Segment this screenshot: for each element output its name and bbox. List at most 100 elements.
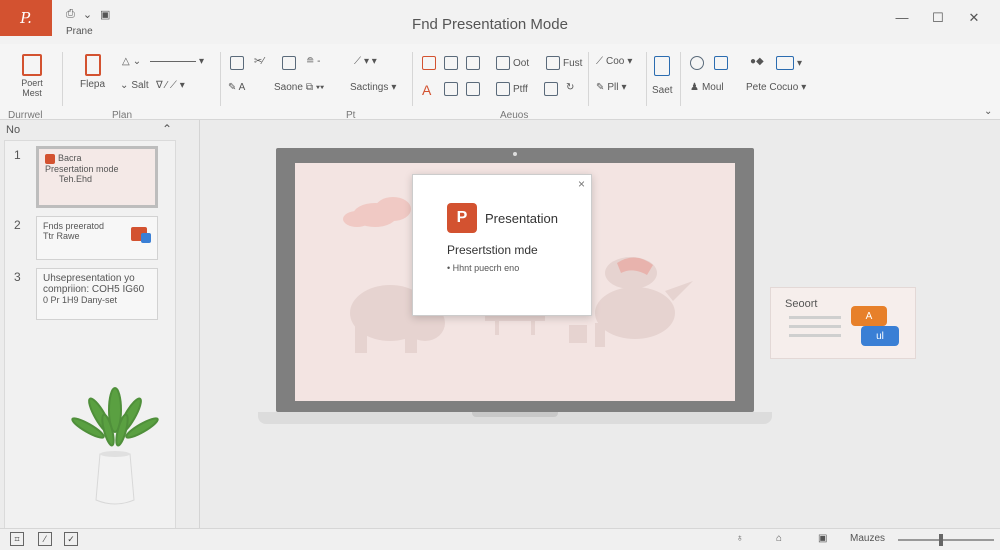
page-icon: [444, 82, 458, 96]
list-button[interactable]: [466, 56, 480, 70]
ptff-button[interactable]: Ptff: [496, 82, 528, 96]
thumb-text: Bacra: [58, 153, 82, 163]
fust-label: Fust: [563, 57, 583, 69]
copy-button[interactable]: [444, 56, 458, 70]
chevron-down-icon: ▾: [627, 56, 633, 67]
ribbon-separator: [646, 52, 647, 106]
table-button[interactable]: [282, 56, 296, 70]
pencil-icon: ✎ A: [228, 82, 246, 93]
oot-button[interactable]: Oot: [496, 56, 529, 70]
chevron-up-icon[interactable]: ⌃: [162, 122, 172, 136]
saet-label: Saet: [652, 85, 673, 96]
pete-cocuo-dropdown[interactable]: Pete Cocuo ▾: [746, 82, 806, 93]
notes-icon: [466, 82, 480, 96]
zoom-slider[interactable]: [898, 539, 994, 541]
close-icon[interactable]: ×: [578, 177, 585, 191]
transition-button[interactable]: [544, 82, 558, 96]
chevron-down-icon: ⌄: [120, 80, 129, 91]
chevron-down-icon: ▾: [621, 82, 627, 93]
timer-button[interactable]: [690, 56, 704, 70]
draw-button[interactable]: ✎ A: [228, 82, 245, 93]
text-a-icon: A: [422, 82, 432, 98]
zoom-slider-thumb[interactable]: [939, 534, 943, 546]
check-icon[interactable]: ✓: [64, 532, 78, 546]
powerpoint-logo: P: [447, 203, 477, 233]
laptop-notch: [472, 412, 558, 417]
maximize-button[interactable]: ☐: [920, 10, 956, 26]
notes-button[interactable]: [466, 82, 480, 96]
pll-dropdown[interactable]: ✎ Pll ▾: [596, 82, 627, 93]
color-group: ⟋ Coo ▾ ✎ Pll ▾: [594, 48, 646, 116]
settings-dropdown[interactable]: Sactings ▾: [350, 82, 396, 93]
close-button[interactable]: ✕: [956, 10, 992, 26]
image-icon: [546, 56, 560, 70]
pete-cocuo-label: Pete Cocuo: [746, 82, 799, 93]
ribbon-separator: [588, 52, 589, 106]
fust-button[interactable]: Fust: [546, 56, 582, 70]
pane-title: No: [6, 124, 21, 136]
minimize-button[interactable]: —: [884, 10, 920, 26]
slide-thumbnail-2[interactable]: Fnds preeratod Ttr Rawe: [36, 216, 158, 260]
slide-thumbnail-1[interactable]: Bacra Presertation mode Teh.Ehd: [36, 146, 158, 208]
shapes-button[interactable]: ●◆: [750, 56, 764, 67]
slide-number: 3: [14, 270, 21, 284]
plan-group: Flepa △ ⌄ ▾ ⌄ Salt ∇ ⁄ ⟋ ▾ Plan: [70, 48, 220, 121]
salt-label: Salt: [131, 80, 149, 91]
flepa-button[interactable]: Flepa: [80, 54, 105, 90]
text-button[interactable]: A: [422, 82, 431, 98]
refresh-button[interactable]: ↻: [566, 82, 574, 93]
picture-icon: [776, 56, 794, 70]
moul-button[interactable]: ♟ Moul: [690, 82, 724, 93]
rectangle-icon: [422, 56, 436, 70]
saone-button[interactable]: Saone ⧉ ▾▾: [274, 82, 324, 93]
coo-dropdown[interactable]: ⟋ Coo ▾: [596, 56, 632, 67]
picture-dropdown[interactable]: ▾: [776, 56, 802, 70]
moul-label: Moul: [701, 82, 724, 93]
shape-tool[interactable]: △ ⌄: [122, 56, 141, 67]
scissors-icon: ✂⁄: [254, 56, 265, 67]
edit-icon[interactable]: ⁄: [38, 532, 52, 546]
text-lines: [789, 316, 841, 343]
slide-canvas[interactable]: × P Presentation Presertstion mde • Hhnt…: [200, 120, 1000, 528]
dialog-text: • Hhnt puecrh eno: [447, 263, 520, 273]
plant-illustration: [71, 387, 159, 505]
doc-button[interactable]: [714, 56, 728, 70]
crop-button[interactable]: [230, 56, 244, 70]
rectangle-button[interactable]: [422, 56, 436, 70]
align-button[interactable]: ≘ -: [306, 56, 321, 67]
thumb-text: Presertation mode: [45, 163, 119, 174]
pencil-icon: ✎: [596, 82, 605, 93]
align-icon: ≘ -: [306, 56, 321, 67]
thumb-text: Teh.Ehd: [59, 173, 93, 184]
line-style-dropdown[interactable]: ▾: [150, 56, 204, 67]
title-bar: P. ⎙ ⌄ ▣ Prane Fnd Presentation Mode — ☐…: [0, 0, 1000, 44]
media-group: ●◆ ▾ ♟ Moul Pete Cocuo ▾: [684, 48, 814, 116]
cut-button[interactable]: ✂⁄: [254, 56, 264, 67]
page-button[interactable]: [444, 82, 458, 96]
slide-thumbnail-3[interactable]: Uhsepresentation yo compriion: COH5 IG60…: [36, 268, 158, 320]
saet-button[interactable]: Saet: [652, 56, 673, 96]
normal-view-button[interactable]: ⌗: [10, 532, 24, 546]
chevron-down-icon: ▾: [801, 82, 807, 93]
notes-icon[interactable]: ♁: [736, 533, 744, 544]
clock-icon: [690, 56, 704, 70]
pen-icon: ⟋: [354, 56, 361, 67]
format-tools[interactable]: ∇ ⁄ ⟋ ▾: [156, 80, 185, 91]
window-title: Fnd Presentation Mode: [412, 16, 568, 33]
slideshow-icon[interactable]: ▣: [818, 533, 827, 544]
comments-icon[interactable]: ⌂: [776, 533, 782, 544]
support-card[interactable]: Seoort A ul: [770, 287, 916, 359]
zoom-label: Mauzes: [850, 533, 886, 544]
flepa-label: Flepa: [80, 79, 106, 90]
present-group: Poert Mest Durrwel: [8, 48, 56, 121]
pen-dropdown[interactable]: ⟋ ▾ ▾: [354, 56, 377, 67]
present-button[interactable]: Poert Mest: [14, 54, 50, 98]
ptff-label: Ptff: [513, 83, 528, 95]
presentation-icon: [22, 54, 42, 76]
salt-button[interactable]: ⌄ Salt: [120, 80, 149, 91]
presentation-icon: [45, 153, 55, 164]
line-icon: [150, 61, 196, 62]
chevron-down-icon: ▾: [199, 56, 205, 67]
thumb-text: Uhsepresentation yo: [43, 273, 135, 284]
collapse-ribbon-button[interactable]: ⌄: [984, 106, 992, 117]
